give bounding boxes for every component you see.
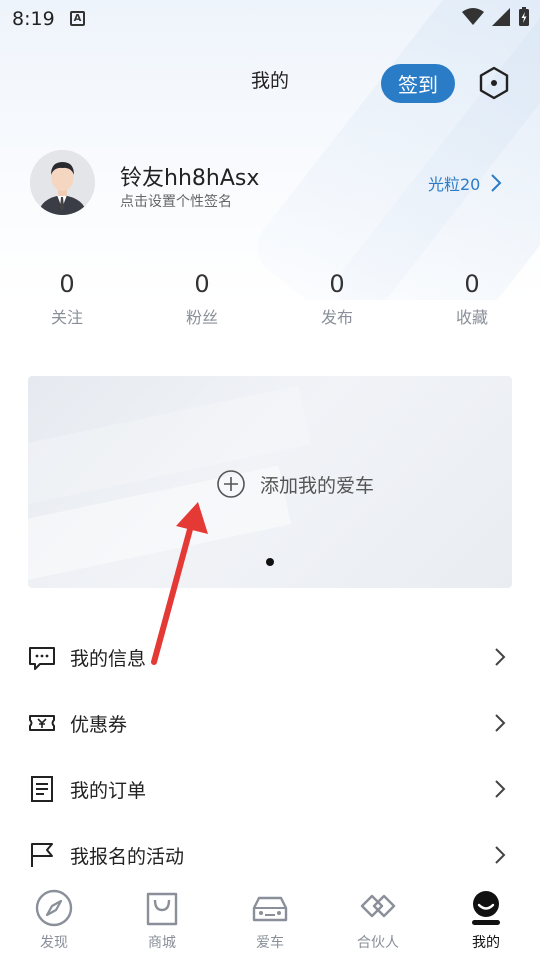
nav-tab-me[interactable]: 我的 (446, 888, 526, 952)
settings-hexagon-icon[interactable] (478, 66, 510, 100)
flag-icon (31, 843, 53, 867)
shopping-bag-icon (146, 892, 178, 926)
stat-label: 收藏 (455, 308, 488, 327)
chevron-right-icon (495, 780, 506, 798)
compass-icon (35, 889, 73, 927)
avatar[interactable] (30, 150, 95, 215)
status-icons (462, 7, 530, 27)
nav-label: 爱车 (256, 935, 284, 951)
stat-label: 关注 (50, 308, 83, 327)
menu-label: 我报名的活动 (70, 845, 185, 868)
status-bar: 8:19 A (0, 0, 540, 38)
nav-tab-discover[interactable]: 发现 (14, 888, 94, 952)
nav-tab-my-car[interactable]: 爱车 (230, 888, 310, 952)
avatar-person-icon (30, 150, 95, 215)
points-link[interactable]: 光粒20 (428, 171, 502, 195)
order-icon (31, 776, 53, 802)
stat-value: 0 (194, 270, 210, 298)
nav-label: 发现 (40, 935, 68, 951)
nav-tab-mall[interactable]: 商城 (122, 888, 202, 952)
bottom-navigation: 发现 商城 爱车 合伙人 我的 (0, 880, 540, 960)
partner-icon (360, 894, 396, 918)
app-notification-icon: A (70, 11, 85, 26)
chevron-right-icon (495, 648, 506, 666)
stat-value: 0 (59, 270, 75, 298)
signin-button[interactable]: 签到 (381, 64, 455, 103)
chevron-right-icon (495, 714, 506, 732)
header-background (0, 0, 540, 300)
chevron-right-icon (491, 174, 502, 192)
stat-value: 0 (329, 270, 345, 298)
profile-icon (472, 891, 500, 925)
stat-label: 粉丝 (185, 308, 218, 327)
menu-item-my-messages[interactable]: 我的信息 (0, 624, 540, 690)
nav-label: 我的 (472, 935, 500, 951)
battery-icon (519, 7, 529, 26)
menu-item-my-events[interactable]: 我报名的活动 (0, 822, 540, 888)
carousel-indicator-dot (266, 558, 274, 566)
signal-icon (492, 8, 510, 26)
add-car-label: 添加我的爱车 (260, 474, 375, 497)
menu-label: 我的订单 (70, 779, 147, 802)
menu-label: 我的信息 (70, 647, 147, 670)
message-icon (29, 647, 55, 670)
page-title: 我的 (250, 70, 289, 92)
status-time: 8:19 (12, 8, 55, 30)
add-circle-icon (217, 470, 245, 498)
menu-item-coupons[interactable]: 优惠券 (0, 690, 540, 756)
stat-posts[interactable]: 0 发布 (297, 270, 377, 328)
chevron-right-icon (495, 846, 506, 864)
stat-favorites[interactable]: 0 收藏 (432, 270, 512, 328)
wifi-icon (462, 8, 484, 25)
nav-label: 合伙人 (357, 935, 399, 951)
nav-tab-partner[interactable]: 合伙人 (338, 888, 418, 952)
nav-label: 商城 (148, 935, 176, 951)
stat-label: 发布 (320, 308, 353, 327)
add-car-button[interactable]: 添加我的爱车 (216, 469, 374, 499)
stat-following[interactable]: 0 关注 (27, 270, 107, 328)
points-label: 光粒20 (428, 175, 481, 194)
my-car-card: 添加我的爱车 (28, 376, 512, 588)
username[interactable]: 铃友hh8hAsx (120, 160, 259, 192)
menu-item-my-orders[interactable]: 我的订单 (0, 756, 540, 822)
stat-followers[interactable]: 0 粉丝 (162, 270, 242, 328)
stat-value: 0 (464, 270, 480, 298)
car-icon (252, 896, 288, 922)
stats-row: 0 关注 0 粉丝 0 发布 0 收藏 (0, 270, 540, 330)
signature-prompt[interactable]: 点击设置个性签名 (120, 191, 232, 211)
menu-label: 优惠券 (70, 713, 128, 736)
coupon-icon (29, 715, 55, 731)
